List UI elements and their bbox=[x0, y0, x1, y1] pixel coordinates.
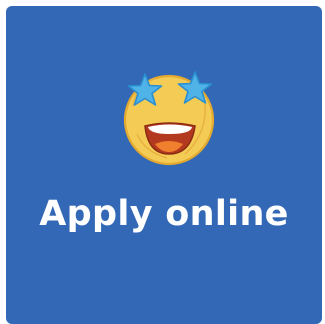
apply-online-tile[interactable]: Apply online bbox=[6, 6, 322, 324]
tile-label: Apply online bbox=[39, 194, 289, 234]
star-struck-face-icon bbox=[123, 71, 215, 166]
